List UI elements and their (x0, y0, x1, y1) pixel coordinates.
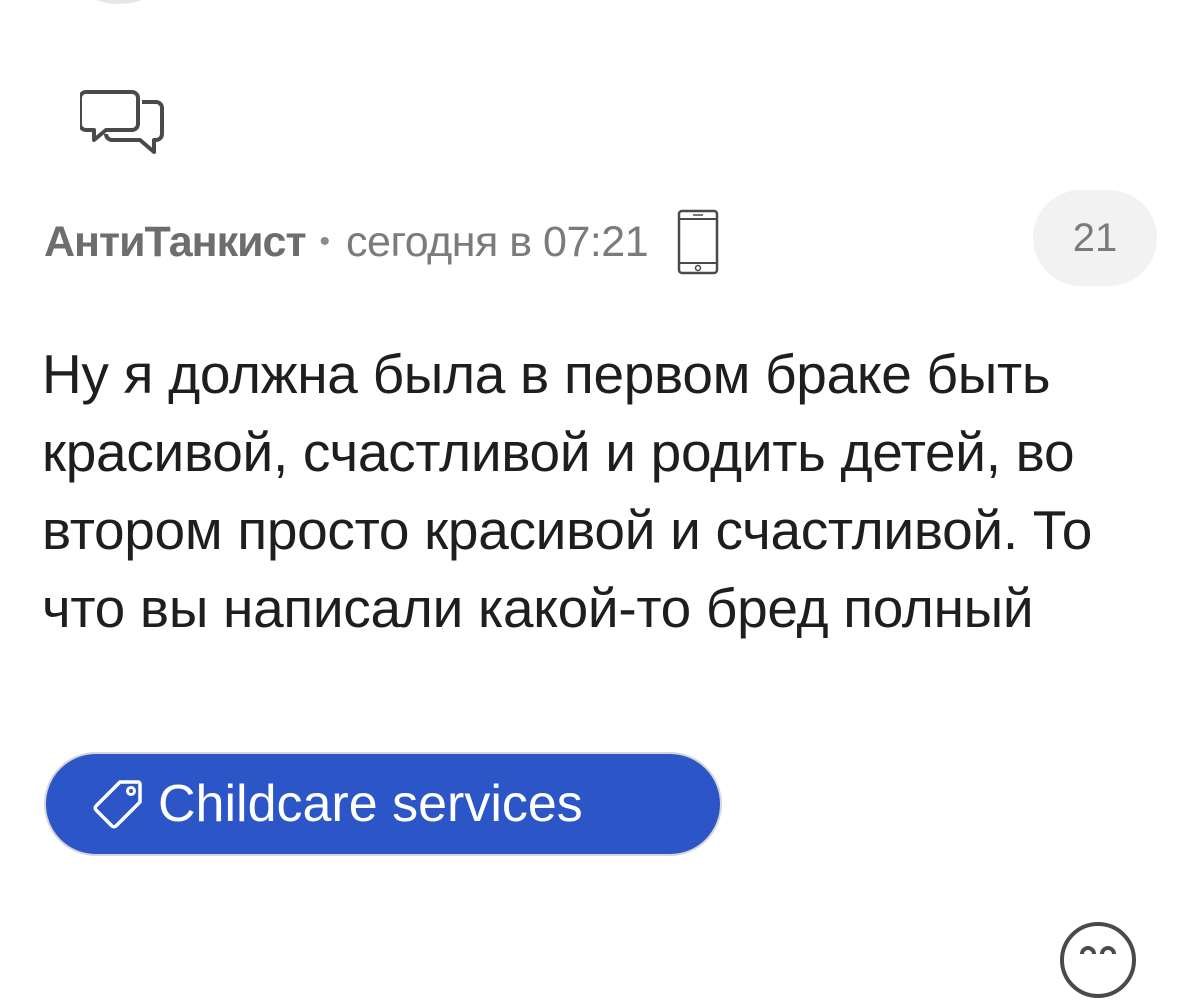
tag-label: Childcare services (158, 775, 583, 833)
tag-button[interactable]: Childcare services (44, 752, 722, 856)
comment-timestamp: сегодня в 07:21 (346, 217, 649, 266)
comment-text: Ну я должна была в первом браке быть кра… (42, 343, 1093, 639)
previous-avatar-edge (84, 0, 154, 4)
meta-separator: • (319, 225, 331, 258)
mobile-phone-icon (677, 209, 719, 275)
author-name[interactable]: АнтиТанкист (44, 218, 307, 267)
smiley-icon[interactable] (1058, 920, 1138, 1000)
tag-icon (93, 780, 142, 829)
comment-meta: АнтиТанкист • сегодня в 07:21 (44, 209, 720, 275)
comment-rating[interactable]: 21 (1033, 190, 1157, 286)
chat-bubbles-icon[interactable] (80, 84, 170, 158)
